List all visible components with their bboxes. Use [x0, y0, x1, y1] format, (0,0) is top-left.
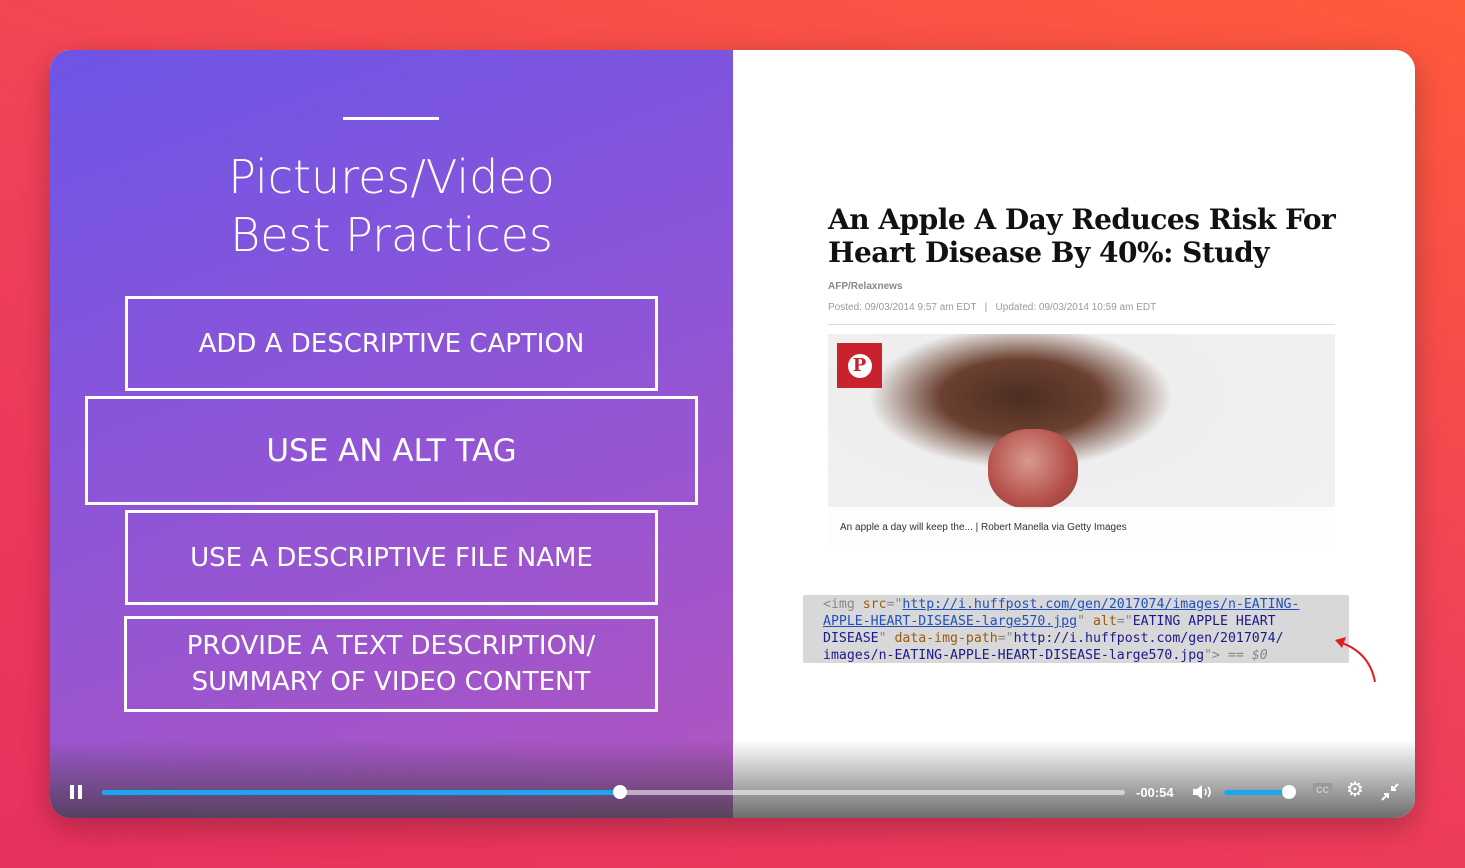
progress-fill [102, 790, 620, 795]
apple-image [988, 429, 1078, 509]
volume-fill [1224, 790, 1289, 795]
time-remaining: -00:54 [1136, 785, 1174, 800]
video-player[interactable]: Pictures/Video Best Practices ADD A DESC… [50, 50, 1415, 818]
slide-title: Pictures/Video Best Practices [50, 148, 733, 264]
player-controls: -00:54 CC ⚙ [50, 740, 1415, 818]
slide-panel: Pictures/Video Best Practices ADD A DESC… [50, 50, 733, 818]
item-caption: ADD A DESCRIPTIVE CAPTION [125, 296, 658, 391]
pinterest-icon: P [847, 353, 872, 378]
posted-date: Posted: 09/03/2014 9:57 am EDT [828, 302, 977, 313]
item-alt-tag: USE AN ALT TAG [85, 396, 698, 505]
volume-slider[interactable] [1224, 785, 1296, 799]
item-file-name: USE A DESCRIPTIVE FILE NAME [125, 510, 658, 605]
title-line-2: Best Practices [230, 208, 553, 262]
html-code-snippet: <img src="http://i.huffpost.com/gen/2017… [803, 595, 1349, 663]
item-label: ADD A DESCRIPTIVE CAPTION [198, 328, 585, 359]
article-headline: An Apple A Day Reduces Risk For Heart Di… [828, 203, 1336, 269]
code-alt-value: DISEASE [823, 631, 879, 646]
code-token: "> [1204, 648, 1220, 663]
article-screenshot: An Apple A Day Reduces Risk For Heart Di… [733, 50, 1415, 818]
exit-fullscreen-icon[interactable] [1381, 783, 1399, 801]
item-label: PROVIDE A TEXT DESCRIPTION/ [186, 631, 596, 661]
divider [828, 324, 1335, 325]
item-text-description: PROVIDE A TEXT DESCRIPTION/ SUMMARY OF V… [124, 616, 658, 712]
article-dates: Posted: 09/03/2014 9:57 am EDT | Updated… [828, 302, 1156, 313]
article-photo: P An apple a day will keep the... | Robe… [828, 334, 1335, 545]
volume-icon[interactable] [1192, 784, 1214, 800]
progress-handle[interactable] [612, 785, 627, 799]
updated-date: Updated: 09/03/2014 10:59 am EDT [995, 302, 1157, 313]
volume-handle[interactable] [1282, 785, 1296, 799]
code-token: <img [823, 597, 863, 612]
code-token: http://i.huffpost.com/gen/2017074/ [1013, 631, 1284, 646]
title-line-1: Pictures/Video [228, 150, 555, 204]
code-token: alt [1092, 614, 1117, 629]
separator: | [984, 302, 988, 313]
code-token: == $0 [1227, 648, 1268, 663]
red-arrow-icon [1335, 637, 1376, 683]
code-token: =" [886, 597, 903, 612]
code-link: APPLE-HEART-DISEASE-large570.jpg [823, 614, 1078, 629]
code-alt-value: EATING APPLE HEART [1132, 614, 1276, 629]
pause-icon[interactable] [69, 784, 83, 800]
article-source: AFP/Relaxnews [828, 281, 903, 292]
item-label: SUMMARY OF VIDEO CONTENT [191, 667, 591, 697]
code-token: images/n-EATING-APPLE-HEART-DISEASE-larg… [823, 648, 1205, 663]
settings-icon[interactable]: ⚙ [1346, 779, 1364, 801]
photo-caption: An apple a day will keep the... | Robert… [828, 507, 1335, 545]
item-label: USE A DESCRIPTIVE FILE NAME [190, 542, 593, 573]
code-token: src [862, 597, 887, 612]
title-divider [343, 117, 439, 120]
progress-bar[interactable] [102, 785, 1125, 799]
code-token: data-img-path [894, 631, 998, 646]
item-label: USE AN ALT TAG [266, 432, 517, 469]
pinterest-button: P [837, 343, 882, 388]
cc-button[interactable]: CC [1313, 783, 1332, 797]
code-link: http://i.huffpost.com/gen/2017074/images… [902, 597, 1300, 612]
